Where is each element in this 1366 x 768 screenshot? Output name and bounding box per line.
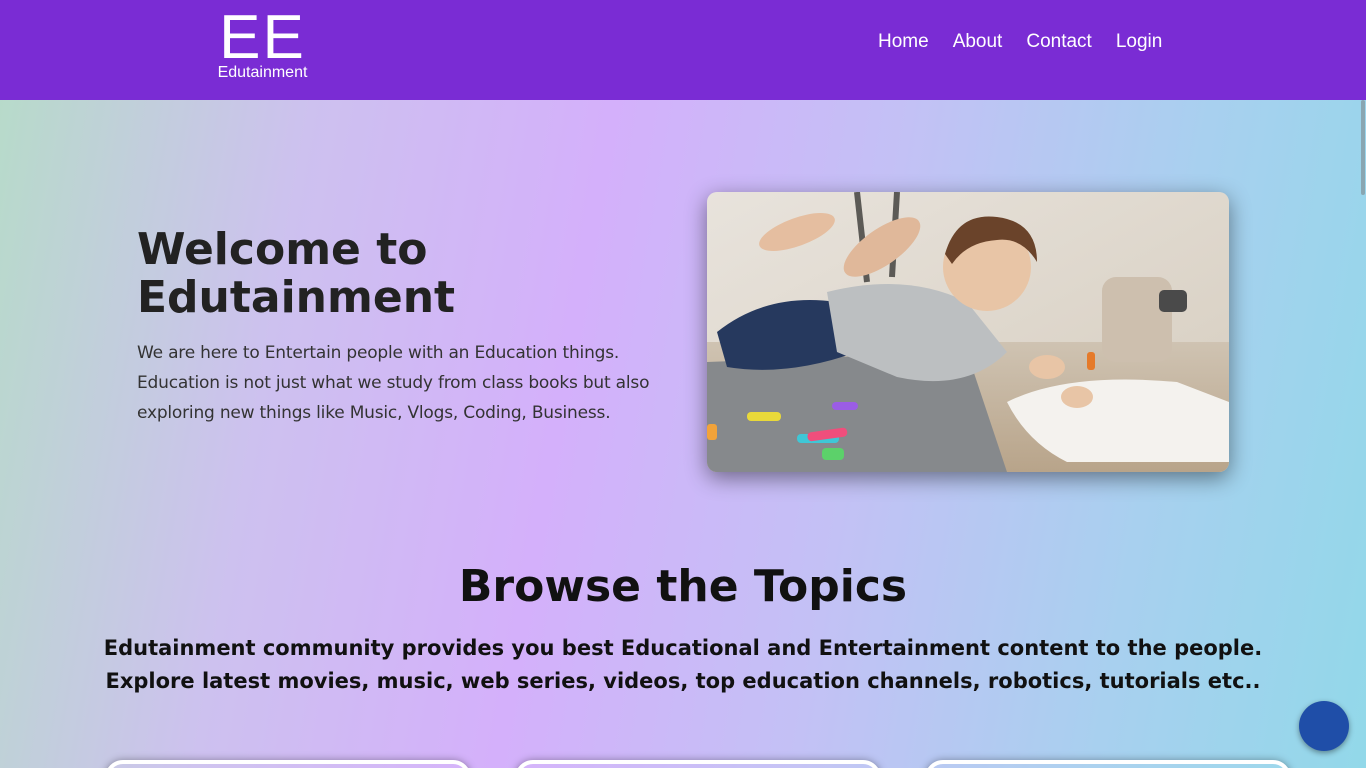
chat-bubble-icon[interactable] [1299,701,1349,751]
site-logo[interactable]: EE Edutainment [205,3,320,81]
hero-description: We are here to Entertain people with an … [137,343,650,423]
hero-image [707,192,1229,472]
nav-login-link[interactable]: Login [1116,30,1163,54]
main-nav: Home About Contact Login [878,30,1186,54]
child-drawing-photo [707,192,1229,472]
scrollbar-thumb[interactable] [1361,100,1365,195]
browse-line-1: Edutainment community provides you best … [103,636,1263,660]
nav-about-link[interactable]: About [953,30,1003,54]
browse-title: Browse the Topics [458,561,908,612]
topic-card[interactable] [925,760,1291,768]
browse-description: Edutainment community provides you best … [0,632,1366,698]
logo-text: Edutainment [217,64,308,81]
topic-card[interactable] [105,760,471,768]
browse-line-2: Explore latest movies, music, web series… [105,669,1261,693]
navbar: EE Edutainment Home About Contact Login [0,0,1366,100]
nav-contact-link[interactable]: Contact [1026,30,1091,54]
topic-card[interactable] [515,760,881,768]
nav-home-link[interactable]: Home [878,30,929,54]
hero-title: Welcome to Edutainment [137,224,456,323]
logo-mark: EE [219,3,306,72]
